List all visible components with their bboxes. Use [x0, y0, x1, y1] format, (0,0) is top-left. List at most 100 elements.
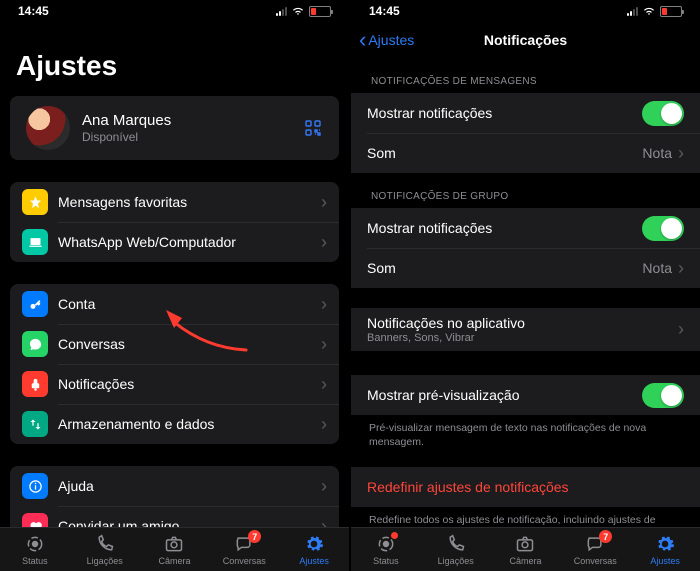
chevron-right-icon: ›: [678, 143, 684, 164]
row-label: Mensagens favoritas: [58, 194, 321, 210]
laptop-icon: [22, 229, 48, 255]
star-icon: [22, 189, 48, 215]
row-label: WhatsApp Web/Computador: [58, 234, 321, 250]
section-footer-preview: Pré-visualizar mensagem de texto nas not…: [351, 415, 700, 449]
chevron-right-icon: ›: [321, 334, 327, 355]
chevron-right-icon: ›: [321, 294, 327, 315]
row-in-app-notifications[interactable]: Notificações no aplicativo Banners, Sons…: [351, 308, 700, 351]
tab-calls[interactable]: Ligações: [421, 528, 491, 571]
row-whatsapp-web[interactable]: WhatsApp Web/Computador ›: [10, 222, 339, 262]
row-label: Armazenamento e dados: [58, 416, 321, 432]
row-label: Conversas: [58, 336, 321, 352]
row-reset-notification-settings[interactable]: Redefinir ajustes de notificações: [351, 467, 700, 507]
camera-icon: [514, 533, 536, 555]
cellular-icon: [276, 7, 287, 16]
key-icon: [22, 291, 48, 317]
tab-settings[interactable]: Ajustes: [630, 528, 700, 571]
page-title: Ajustes: [0, 22, 349, 96]
status-bar: 14:45: [0, 0, 349, 22]
chats-icon: 7: [233, 533, 255, 555]
row-notifications[interactable]: Notificações ›: [10, 364, 339, 404]
nav-title: Notificações: [484, 32, 567, 48]
tab-camera[interactable]: Câmera: [140, 528, 210, 571]
phone-left-ajustes: 14:45 Ajustes Ana Marques Disponível: [0, 0, 349, 571]
toggle-on[interactable]: [642, 101, 684, 126]
bell-icon: [22, 371, 48, 397]
chats-icon: 7: [584, 533, 606, 555]
chat-icon: [22, 331, 48, 357]
toggle-on[interactable]: [642, 216, 684, 241]
profile-row[interactable]: Ana Marques Disponível: [10, 96, 339, 160]
tab-calls[interactable]: Ligações: [70, 528, 140, 571]
chevron-right-icon: ›: [678, 258, 684, 279]
row-storage-data[interactable]: Armazenamento e dados ›: [10, 404, 339, 444]
back-button[interactable]: ‹ Ajustes: [359, 29, 414, 51]
row-starred-messages[interactable]: Mensagens favoritas ›: [10, 182, 339, 222]
section-header-messages: NOTIFICAÇÕES DE MENSAGENS: [351, 58, 700, 93]
tab-status[interactable]: Status: [0, 528, 70, 571]
gear-icon: [303, 533, 325, 555]
status-icon: [24, 533, 46, 555]
cellular-icon: [627, 7, 638, 16]
chevron-right-icon: ›: [321, 414, 327, 435]
value-sound: Nota: [642, 145, 672, 161]
chevron-left-icon: ‹: [359, 29, 366, 51]
camera-icon: [163, 533, 185, 555]
section-footer-reset: Redefine todos os ajustes de notificação…: [351, 507, 700, 527]
nav-bar: ‹ Ajustes Notificações: [351, 22, 700, 58]
row-subtitle: Banners, Sons, Vibrar: [367, 332, 678, 344]
wifi-icon: [291, 6, 305, 16]
settings-group-2: Conta › Conversas › Notificações › Armaz…: [10, 284, 339, 444]
battery-icon: [660, 6, 682, 17]
info-icon: [22, 473, 48, 499]
toggle-on[interactable]: [642, 383, 684, 408]
tab-bar: Status Ligações Câmera 7Conversas Ajuste…: [0, 527, 349, 571]
section-header-groups: NOTIFICAÇÕES DE GRUPO: [351, 173, 700, 208]
profile-subtitle: Disponível: [82, 130, 171, 144]
badge: 7: [248, 530, 261, 543]
chevron-right-icon: ›: [321, 476, 327, 497]
row-account[interactable]: Conta ›: [10, 284, 339, 324]
profile-name: Ana Marques: [82, 112, 171, 129]
phone-icon: [94, 533, 116, 555]
row-show-preview[interactable]: Mostrar pré-visualização: [351, 375, 700, 415]
heart-icon: [22, 513, 48, 527]
tab-camera[interactable]: Câmera: [491, 528, 561, 571]
tab-chats[interactable]: 7Conversas: [209, 528, 279, 571]
tab-settings[interactable]: Ajustes: [279, 528, 349, 571]
row-show-message-notifications[interactable]: Mostrar notificações: [351, 93, 700, 133]
chevron-right-icon: ›: [321, 232, 327, 253]
row-show-group-notifications[interactable]: Mostrar notificações: [351, 208, 700, 248]
avatar: [26, 106, 70, 150]
tab-chats[interactable]: 7Conversas: [560, 528, 630, 571]
wifi-icon: [642, 6, 656, 16]
phone-right-notificacoes: 14:45 ‹ Ajustes Notificações NOTIFICAÇÕE…: [351, 0, 700, 571]
row-label: Notificações: [58, 376, 321, 392]
tab-status[interactable]: Status: [351, 528, 421, 571]
row-message-sound[interactable]: Som Nota ›: [351, 133, 700, 173]
arrows-icon: [22, 411, 48, 437]
row-help[interactable]: Ajuda ›: [10, 466, 339, 506]
qr-code-button[interactable]: [299, 114, 327, 142]
status-time: 14:45: [369, 4, 400, 18]
notification-dot: [391, 532, 398, 539]
row-chats[interactable]: Conversas ›: [10, 324, 339, 364]
status-bar: 14:45: [351, 0, 700, 22]
badge: 7: [599, 530, 612, 543]
chevron-right-icon: ›: [321, 374, 327, 395]
phone-icon: [445, 533, 467, 555]
row-label: Ajuda: [58, 478, 321, 494]
tab-bar: Status Ligações Câmera 7Conversas Ajuste…: [351, 527, 700, 571]
value-sound: Nota: [642, 260, 672, 276]
status-icon: [375, 533, 397, 555]
row-label: Convidar um amigo: [58, 518, 321, 527]
chevron-right-icon: ›: [678, 319, 684, 340]
gear-icon: [654, 533, 676, 555]
row-label: Conta: [58, 296, 321, 312]
row-group-sound[interactable]: Som Nota ›: [351, 248, 700, 288]
chevron-right-icon: ›: [321, 516, 327, 528]
battery-icon: [309, 6, 331, 17]
row-invite-friend[interactable]: Convidar um amigo ›: [10, 506, 339, 527]
status-time: 14:45: [18, 4, 49, 18]
settings-group-1: Mensagens favoritas › WhatsApp Web/Compu…: [10, 182, 339, 262]
